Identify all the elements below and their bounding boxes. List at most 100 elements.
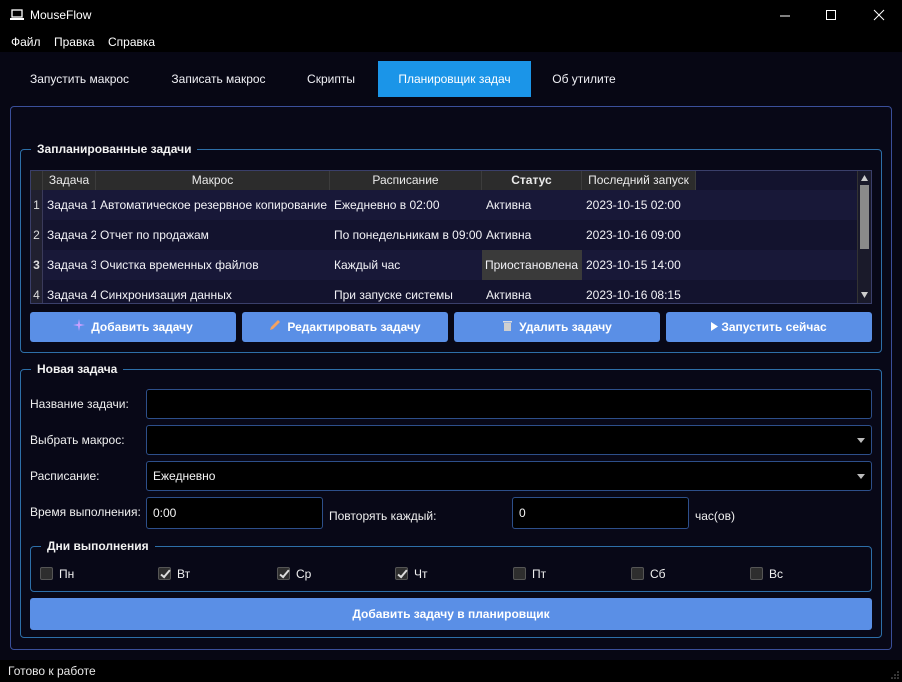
day-label: Пн [59, 567, 75, 581]
checkbox[interactable] [513, 567, 526, 580]
cell-schedule[interactable]: При запуске системы [330, 280, 482, 303]
tab-run-macro[interactable]: Запустить макрос [13, 61, 146, 97]
repeat-unit-label: час(ов) [695, 509, 735, 523]
cell-task[interactable]: Задача 2 [43, 220, 96, 250]
resize-grip-icon[interactable] [890, 670, 900, 680]
cell-schedule[interactable]: Каждый час [330, 250, 482, 280]
repeat-every-input[interactable]: 0 [512, 497, 689, 529]
table-scrollbar[interactable] [857, 171, 871, 303]
column-header-task[interactable]: Задача [43, 171, 96, 190]
row-number: 3 [31, 250, 43, 280]
play-icon [711, 312, 719, 342]
tab-scripts[interactable]: Скрипты [286, 61, 376, 97]
day-label: Вт [177, 567, 191, 581]
new-task-title: Новая задача [31, 362, 124, 376]
minimize-button[interactable] [762, 0, 808, 32]
macro-select[interactable] [146, 425, 872, 455]
schedule-select[interactable]: Ежедневно [146, 461, 872, 491]
column-header-status[interactable]: Статус [482, 171, 582, 190]
cell-last-run[interactable]: 2023-10-15 14:00 [582, 250, 696, 280]
execution-days-title: Дни выполнения [41, 539, 155, 553]
add-task-label: Добавить задачу [91, 320, 193, 334]
close-icon [873, 9, 885, 21]
schedule-select-value: Ежедневно [153, 469, 216, 483]
checkbox-checked[interactable] [158, 567, 171, 580]
cell-macro[interactable]: Очистка временных файлов [96, 250, 330, 280]
day-label: Вс [769, 567, 784, 581]
delete-task-label: Удалить задачу [519, 320, 612, 334]
cell-last-run[interactable]: 2023-10-16 08:15 [582, 280, 696, 303]
minimize-icon [780, 15, 790, 17]
add-to-scheduler-button[interactable]: Добавить задачу в планировщик [30, 598, 872, 630]
cell-task[interactable]: Задача 3 [43, 250, 96, 280]
scroll-down-icon[interactable] [860, 290, 869, 300]
execution-time-label: Время выполнения: [30, 505, 141, 519]
status-bar: Готово к работе [0, 660, 902, 682]
cell-macro[interactable]: Синхронизация данных [96, 280, 330, 303]
delete-task-button[interactable]: Удалить задачу [454, 312, 660, 342]
title-bar: MouseFlow [0, 0, 902, 32]
sparkle-icon [73, 312, 86, 342]
menu-bar: Файл Правка Справка [0, 32, 902, 52]
menu-edit[interactable]: Правка [54, 35, 95, 49]
tab-record-macro[interactable]: Записать макрос [152, 61, 285, 97]
close-button[interactable] [856, 0, 902, 32]
column-header-last-run[interactable]: Последний запуск [582, 171, 696, 190]
cell-schedule[interactable]: Ежедневно в 02:00 [330, 190, 482, 220]
pencil-icon [269, 312, 281, 342]
maximize-icon [826, 10, 836, 20]
cell-task[interactable]: Задача 4 [43, 280, 96, 303]
day-label: Сб [650, 567, 666, 581]
tasks-table[interactable]: Задача Макрос Расписание Статус Последни… [30, 170, 872, 304]
scheduled-tasks-title: Запланированные задачи [31, 142, 198, 156]
execution-time-input[interactable]: 0:00 [146, 497, 323, 529]
chevron-down-icon [857, 438, 865, 443]
tab-task-scheduler[interactable]: Планировщик задач [378, 61, 531, 97]
day-label: Пт [532, 567, 547, 581]
window-title: MouseFlow [30, 8, 92, 22]
cell-status[interactable]: Активна [482, 280, 582, 303]
menu-file[interactable]: Файл [11, 35, 41, 49]
tab-about[interactable]: Об утилите [531, 61, 637, 97]
cell-last-run[interactable]: 2023-10-16 09:00 [582, 220, 696, 250]
day-label: Чт [414, 567, 428, 581]
table-corner [31, 171, 43, 190]
cell-macro[interactable]: Автоматическое резервное копирование [96, 190, 330, 220]
checkbox[interactable] [631, 567, 644, 580]
trash-icon [502, 312, 513, 342]
cell-schedule[interactable]: По понедельникам в 09:00 [330, 220, 482, 250]
edit-task-label: Редактировать задачу [287, 320, 421, 334]
edit-task-button[interactable]: Редактировать задачу [242, 312, 448, 342]
checkbox[interactable] [750, 567, 763, 580]
macro-select-label: Выбрать макрос: [30, 433, 125, 447]
maximize-button[interactable] [808, 0, 854, 32]
cell-macro[interactable]: Отчет по продажам [96, 220, 330, 250]
scroll-thumb[interactable] [860, 185, 869, 249]
run-now-button[interactable]: Запустить сейчас [666, 312, 872, 342]
column-header-macro[interactable]: Макрос [96, 171, 330, 190]
chevron-down-icon [857, 474, 865, 479]
cell-last-run[interactable]: 2023-10-15 02:00 [582, 190, 696, 220]
day-label: Ср [296, 567, 312, 581]
checkbox-checked[interactable] [277, 567, 290, 580]
laptop-icon [10, 9, 24, 20]
repeat-every-label: Повторять каждый: [329, 509, 437, 523]
cell-task[interactable]: Задача 1 [43, 190, 96, 220]
scroll-up-icon[interactable] [860, 173, 869, 183]
task-name-input[interactable] [146, 389, 872, 419]
add-task-button[interactable]: Добавить задачу [30, 312, 236, 342]
row-number: 4 [31, 280, 43, 303]
checkbox-checked[interactable] [395, 567, 408, 580]
run-now-label: Запустить сейчас [721, 320, 827, 334]
checkbox[interactable] [40, 567, 53, 580]
execution-days-group: Дни выполнения [30, 539, 872, 592]
task-name-label: Название задачи: [30, 397, 129, 411]
status-text: Готово к работе [8, 664, 96, 678]
column-header-schedule[interactable]: Расписание [330, 171, 482, 190]
tab-bar: Запустить макрос Записать макрос Скрипты… [0, 52, 902, 101]
row-number: 1 [31, 190, 43, 220]
cell-status[interactable]: Активна [482, 190, 582, 220]
cell-status-selected[interactable]: Приостановлена [482, 250, 582, 280]
cell-status[interactable]: Активна [482, 220, 582, 250]
menu-help[interactable]: Справка [108, 35, 155, 49]
